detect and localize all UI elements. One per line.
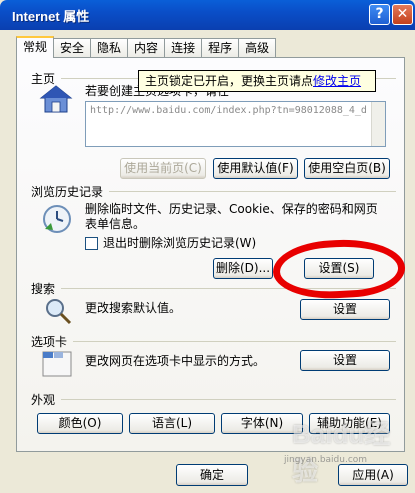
tooltip-text: 主页锁定已开启，更换主页请点 [145,74,314,88]
use-default-button[interactable]: 使用默认值(F) [213,158,298,179]
history-section-label: 浏览历史记录 [31,185,104,199]
window-title: Internet 属性 [12,9,90,24]
general-tab-panel: 主页 若要创建主页选项卡，请在 http://www.baidu.com/ind… [16,57,405,452]
baidu-watermark: Baidu经验 [292,419,391,486]
use-blank-button[interactable]: 使用空白页(B) [304,158,390,179]
homepage-url-value: http://www.baidu.com/index.php?tn=980120… [90,105,367,116]
tab-connections[interactable]: 连接 [164,38,203,58]
delete-history-button[interactable]: 删除(D)... [213,258,273,279]
close-button[interactable]: ✕ [392,4,413,25]
search-settings-button[interactable]: 设置 [300,299,390,320]
magnifier-icon [46,299,72,325]
tab-programs[interactable]: 程序 [201,38,240,58]
tab-general[interactable]: 常规 [16,36,55,58]
tabs-window-icon [42,351,72,377]
use-current-button[interactable]: 使用当前页(C) [120,158,206,179]
delete-history-on-exit-checkbox[interactable] [85,237,98,250]
url-scrollbar[interactable] [371,102,385,146]
homepage-url-field[interactable]: http://www.baidu.com/index.php?tn=980120… [85,101,386,147]
section-divider [61,288,396,289]
delete-history-on-exit-label: 退出时删除浏览历史记录(W) [103,236,257,250]
languages-button[interactable]: 语言(L) [129,413,215,434]
tab-advanced[interactable]: 高级 [238,38,277,58]
help-button[interactable]: ? [369,4,390,25]
section-divider [61,399,396,400]
history-description-line1: 删除临时文件、历史记录、Cookie、保存的密码和网页 [85,202,378,216]
baidu-watermark-url: jingyan.baidu.com [284,455,368,465]
title-bar: Internet 属性 ? ✕ [0,0,415,30]
history-description-line2: 表单信息。 [85,217,146,231]
search-section-label: 搜索 [31,282,56,296]
tab-strip: 常规 安全 隐私 内容 连接 程序 高级 [16,36,277,58]
change-homepage-link[interactable]: 修改主页 [313,74,361,88]
colors-button[interactable]: 颜色(O) [37,413,123,434]
tabs-description: 更改网页在选项卡中显示的方式。 [85,354,266,368]
clock-icon [43,205,71,233]
appearance-section-label: 外观 [31,393,56,407]
section-divider [109,191,396,192]
tabs-settings-button[interactable]: 设置 [300,350,390,371]
fonts-button[interactable]: 字体(N) [221,413,303,434]
house-icon [39,85,73,113]
tab-content[interactable]: 内容 [127,38,166,58]
search-description: 更改搜索默认值。 [85,301,182,315]
ok-button[interactable]: 确定 [176,464,248,486]
apply-button[interactable]: 应用(A) [338,464,408,486]
tab-security[interactable]: 安全 [53,38,92,58]
section-divider [73,341,396,342]
history-settings-button[interactable]: 设置(S) [304,258,374,279]
tab-privacy[interactable]: 隐私 [90,38,129,58]
homepage-lock-tooltip: 主页锁定已开启，更换主页请点修改主页 [138,70,376,92]
